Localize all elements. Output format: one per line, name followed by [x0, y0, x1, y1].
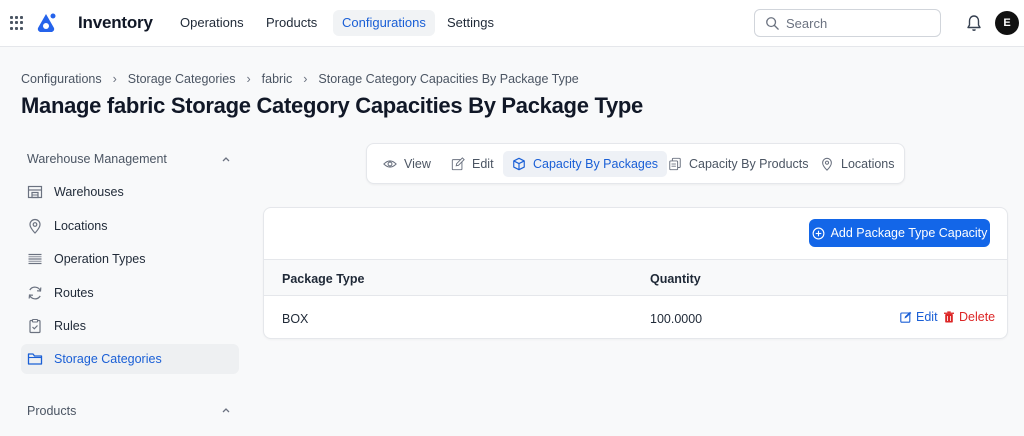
chevron-up-icon[interactable]	[221, 154, 231, 164]
eye-icon	[383, 160, 397, 168]
clipboard-icon	[29, 318, 41, 334]
user-avatar[interactable]: E	[995, 11, 1019, 35]
sidebar-item-label: Operation Types	[54, 252, 146, 266]
chevron-right-icon: ›	[303, 72, 308, 86]
cell-quantity: 100.0000	[650, 312, 703, 326]
action-label: Delete	[959, 310, 996, 324]
tab-bar: View Edit Capacity By Packages Capacity …	[366, 143, 905, 184]
tab-label: View	[404, 157, 431, 171]
folder-icon	[27, 353, 43, 365]
column-header-quantity[interactable]: Quantity	[650, 272, 701, 286]
tab-capacity-by-packages[interactable]: Capacity By Packages	[503, 151, 668, 177]
nav-operations[interactable]: Operations	[171, 10, 253, 36]
tab-label: Capacity By Products	[689, 157, 809, 171]
top-navbar: Inventory Operations Products Configurat…	[0, 0, 1024, 47]
bell-icon[interactable]	[966, 14, 982, 32]
capacity-card: Add Package Type Capacity Package Type Q…	[263, 207, 1008, 339]
chevron-right-icon: ›	[246, 72, 251, 86]
map-pin-icon	[822, 157, 832, 171]
package-icon	[513, 157, 525, 171]
apps-grid-icon[interactable]	[10, 16, 24, 30]
nav-settings[interactable]: Settings	[438, 10, 503, 36]
cell-package-type: BOX	[282, 312, 309, 326]
sidebar-group-warehouse-management[interactable]: Warehouse Management	[27, 152, 167, 166]
sidebar-item-label: Routes	[54, 286, 94, 300]
action-label: Edit	[916, 310, 938, 324]
pencil-icon	[451, 157, 465, 171]
column-header-package-type[interactable]: Package Type	[282, 272, 364, 286]
sidebar-item-label: Rules	[54, 319, 86, 333]
sidebar-item-locations[interactable]: Locations	[21, 211, 239, 241]
copy-icon	[669, 157, 681, 171]
nav-configurations[interactable]: Configurations	[333, 10, 435, 36]
sidebar-item-label: Storage Categories	[54, 352, 162, 366]
page-title: Manage fabric Storage Category Capacitie…	[21, 93, 643, 118]
breadcrumb-fabric[interactable]: fabric	[262, 72, 293, 86]
table-header: Package Type Quantity	[264, 259, 1007, 296]
sidebar-item-label: Warehouses	[54, 185, 124, 199]
sidebar-item-warehouses[interactable]: Warehouses	[21, 177, 239, 207]
tab-label: Edit	[472, 157, 494, 171]
breadcrumb-current: Storage Category Capacities By Package T…	[318, 72, 579, 86]
breadcrumb-storage-categories[interactable]: Storage Categories	[128, 72, 236, 86]
button-label: Add Package Type Capacity	[830, 226, 988, 240]
breadcrumb-configurations[interactable]: Configurations	[21, 72, 102, 86]
search-icon	[766, 17, 779, 30]
tab-edit[interactable]: Edit	[442, 151, 503, 177]
breadcrumb: Configurations › Storage Categories › fa…	[21, 72, 579, 86]
tab-label: Locations	[841, 157, 895, 171]
row-edit-button[interactable]: Edit	[900, 310, 938, 324]
row-delete-button[interactable]: Delete	[943, 310, 995, 324]
list-icon	[28, 253, 42, 265]
refresh-icon	[28, 286, 42, 300]
search-box[interactable]	[754, 9, 941, 37]
sidebar-item-operation-types[interactable]: Operation Types	[21, 244, 239, 274]
chevron-up-icon[interactable]	[221, 405, 231, 415]
sidebar-item-routes[interactable]: Routes	[21, 278, 239, 308]
plus-circle-icon	[812, 227, 825, 239]
sidebar-group-products[interactable]: Products	[27, 404, 76, 418]
tab-view[interactable]: View	[374, 151, 440, 177]
add-package-type-capacity-button[interactable]: Add Package Type Capacity	[809, 219, 990, 247]
tab-locations[interactable]: Locations	[811, 151, 904, 177]
warehouse-icon	[27, 185, 43, 199]
sidebar-item-rules[interactable]: Rules	[21, 311, 239, 341]
search-input[interactable]	[786, 15, 926, 31]
nav-products[interactable]: Products	[257, 10, 326, 36]
app-logo-icon	[37, 13, 56, 33]
sidebar-item-label: Locations	[54, 219, 108, 233]
tab-label: Capacity By Packages	[533, 157, 659, 171]
chevron-right-icon: ›	[112, 72, 117, 86]
map-pin-icon	[29, 218, 41, 234]
tab-capacity-by-products[interactable]: Capacity By Products	[659, 151, 818, 177]
sidebar-item-storage-categories[interactable]: Storage Categories	[21, 344, 239, 374]
app-title: Inventory	[78, 13, 153, 32]
edit-icon	[900, 311, 912, 323]
trash-icon	[944, 311, 954, 323]
